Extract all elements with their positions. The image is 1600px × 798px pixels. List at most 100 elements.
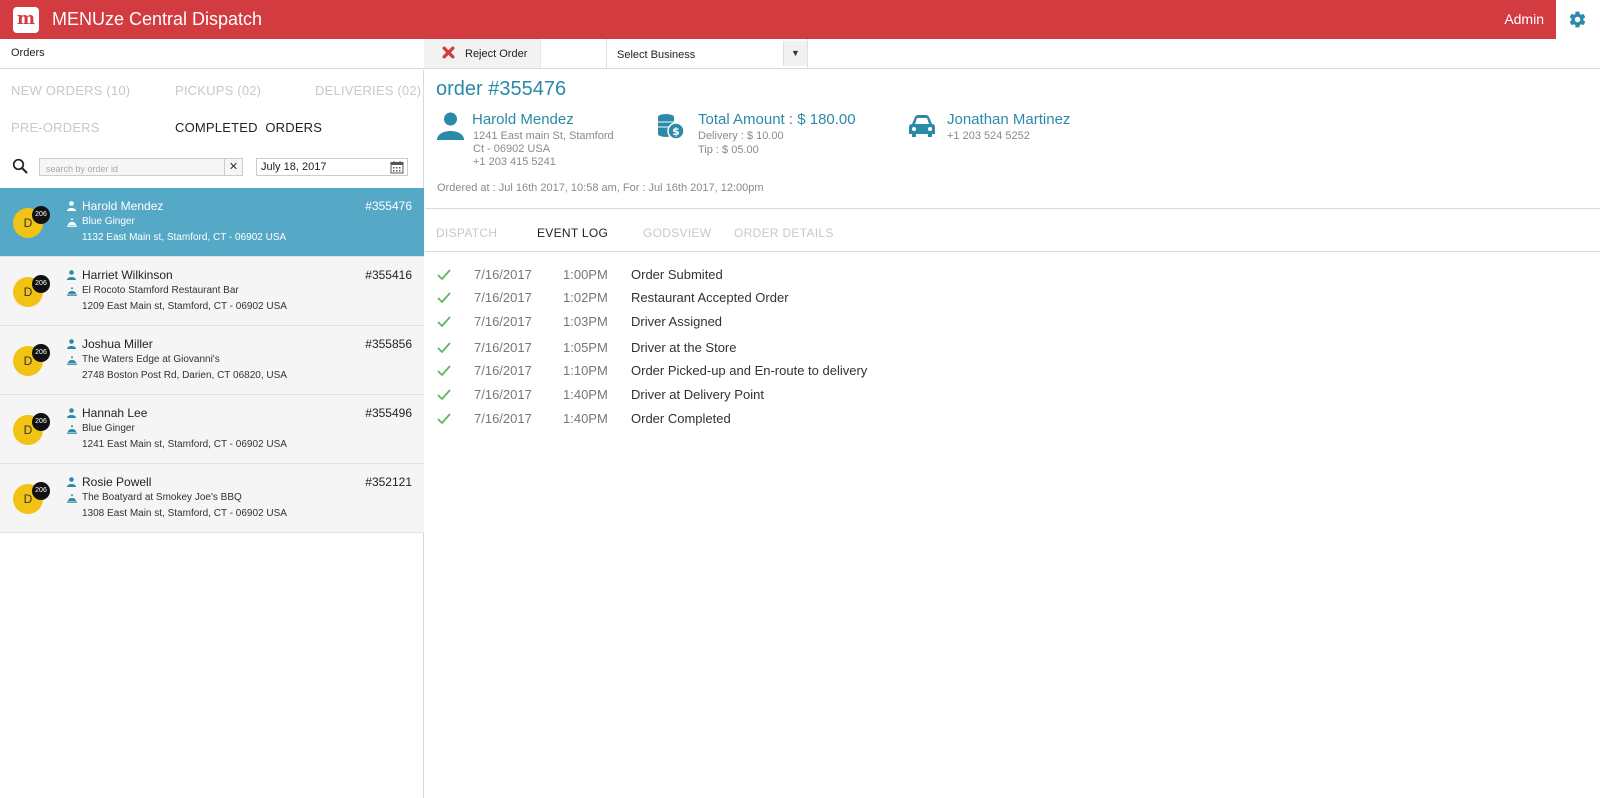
customer-name: Harriet Wilkinson	[82, 268, 173, 282]
event-date: 7/16/2017	[474, 340, 532, 355]
order-list-item[interactable]: D 206 Harold Mendez Blue Ginger 1132 Eas…	[0, 188, 424, 257]
settings-button[interactable]	[1556, 0, 1600, 39]
event-time: 1:02PM	[563, 290, 608, 305]
check-icon	[437, 389, 451, 401]
restaurant-icon	[67, 218, 77, 227]
person-icon	[67, 477, 76, 487]
search-input[interactable]	[40, 161, 220, 177]
event-description: Order Submited	[631, 267, 723, 282]
delivery-address: 1209 East Main st, Stamford, CT - 06902 …	[82, 301, 287, 312]
restaurant-name: The Waters Edge at Giovanni's	[82, 354, 220, 365]
order-detail-panel: order #355476 Harold Mendez 1241 East ma…	[425, 70, 1600, 798]
filter-new-orders[interactable]: NEW ORDERS (10)	[11, 83, 130, 98]
date-value: July 18, 2017	[261, 161, 327, 173]
order-number: #355416	[365, 268, 412, 282]
order-number: #355496	[365, 406, 412, 420]
check-icon	[437, 269, 451, 281]
date-picker[interactable]: July 18, 2017	[256, 158, 408, 176]
event-description: Order Picked-up and En-route to delivery	[631, 363, 868, 378]
event-date: 7/16/2017	[474, 267, 532, 282]
delivery-fee: Delivery : $ 10.00	[698, 130, 784, 142]
delivery-address: 1308 East Main st, Stamford, CT - 06902 …	[82, 508, 287, 519]
close-icon	[442, 46, 455, 59]
order-list-item[interactable]: D 206 Joshua Miller The Waters Edge at G…	[0, 326, 424, 395]
divider	[425, 208, 1600, 209]
event-date: 7/16/2017	[474, 314, 532, 329]
order-list-item[interactable]: D 206 Rosie Powell The Boatyard at Smoke…	[0, 464, 424, 533]
event-date: 7/16/2017	[474, 411, 532, 426]
filter-pickups[interactable]: PICKUPS (02)	[175, 83, 261, 98]
customer-name: Hannah Lee	[82, 406, 148, 420]
ordered-at: Ordered at : Jul 16th 2017, 10:58 am, Fo…	[437, 182, 764, 194]
event-time: 1:40PM	[563, 387, 608, 402]
reject-order-button[interactable]: Reject Order	[424, 39, 541, 68]
restaurant-icon	[67, 356, 77, 365]
chevron-down-icon[interactable]: ▼	[783, 41, 807, 66]
coins-icon: $	[658, 114, 685, 140]
restaurant-name: Blue Ginger	[82, 216, 135, 227]
event-row: 7/16/2017 1:40PM Order Completed	[425, 411, 1025, 429]
calendar-icon[interactable]	[390, 160, 404, 174]
delivery-address: 1132 East Main st, Stamford, CT - 06902 …	[82, 232, 287, 243]
event-description: Driver Assigned	[631, 314, 723, 329]
driver-badge: 206	[32, 482, 50, 500]
order-title: order #355476	[436, 78, 567, 100]
customer-address-line2: Ct - 06902 USA	[473, 143, 551, 155]
filter-deliveries[interactable]: DELIVERIES (02)	[315, 83, 421, 98]
orders-label: Orders	[11, 47, 45, 59]
reject-order-label: Reject Order	[465, 48, 528, 60]
event-date: 7/16/2017	[474, 363, 532, 378]
event-row: 7/16/2017 1:00PM Order Submited	[425, 267, 1025, 285]
divider	[425, 251, 1600, 252]
event-description: Restaurant Accepted Order	[631, 290, 789, 305]
search-field: ✕	[39, 158, 243, 177]
order-list-item[interactable]: D 206 Hannah Lee Blue Ginger 1241 East M…	[0, 395, 424, 464]
customer-address-line1: 1241 East main St, Stamford	[473, 130, 614, 142]
event-time: 1:10PM	[563, 363, 608, 378]
person-icon	[67, 270, 76, 280]
tab-dispatch[interactable]: DISPATCH	[436, 226, 497, 240]
tab-event-log[interactable]: EVENT LOG	[537, 226, 608, 240]
restaurant-icon	[67, 425, 77, 434]
driver-badge: 206	[32, 206, 50, 224]
restaurant-name: The Boatyard at Smokey Joe's BBQ	[82, 492, 242, 503]
order-list: D 206 Harold Mendez Blue Ginger 1132 Eas…	[0, 188, 424, 533]
driver-phone: +1 203 524 5252	[947, 130, 1030, 142]
gear-icon	[1569, 11, 1586, 28]
tab-order-details[interactable]: ORDER DETAILS	[734, 226, 834, 240]
event-row: 7/16/2017 1:10PM Order Picked-up and En-…	[425, 363, 1025, 381]
event-time: 1:40PM	[563, 411, 608, 426]
top-bar: m MENUze Central Dispatch Admin	[0, 0, 1600, 39]
order-list-item[interactable]: D 206 Harriet Wilkinson El Rocoto Stamfo…	[0, 257, 424, 326]
business-select[interactable]: Select Business ▼	[606, 39, 808, 68]
user-menu[interactable]: Admin	[1504, 11, 1544, 27]
person-icon	[437, 112, 464, 140]
driver-name: Jonathan Martinez	[947, 111, 1071, 128]
customer-name: Harold Mendez	[472, 111, 574, 128]
check-icon	[437, 365, 451, 377]
event-row: 7/16/2017 1:05PM Driver at the Store	[425, 340, 1025, 358]
event-row: 7/16/2017 1:40PM Driver at Delivery Poin…	[425, 387, 1025, 405]
delivery-address: 2748 Boston Post Rd, Darien, CT 06820, U…	[82, 370, 287, 381]
restaurant-icon	[67, 287, 77, 296]
filter-completed[interactable]: COMPLETED ORDERS	[175, 120, 322, 135]
orders-panel: NEW ORDERS (10) PICKUPS (02) DELIVERIES …	[0, 70, 424, 798]
driver-badge: 206	[32, 275, 50, 293]
customer-name: Rosie Powell	[82, 475, 152, 489]
toolbar: Orders Reject Order Select Business ▼	[0, 39, 1600, 69]
event-time: 1:03PM	[563, 314, 608, 329]
event-row: 7/16/2017 1:02PM Restaurant Accepted Ord…	[425, 290, 1025, 308]
person-icon	[67, 408, 76, 418]
event-description: Order Completed	[631, 411, 731, 426]
business-select-value: Select Business	[617, 49, 696, 61]
app-logo[interactable]: m	[13, 7, 39, 33]
clear-search-button[interactable]: ✕	[224, 159, 242, 175]
filter-pre-orders[interactable]: PRE-ORDERS	[11, 120, 100, 135]
tab-godsview[interactable]: GODSVIEW	[643, 226, 711, 240]
customer-phone: +1 203 415 5241	[473, 156, 556, 168]
customer-name: Joshua Miller	[82, 337, 153, 351]
person-icon	[67, 339, 76, 349]
filter-completed-label: COMPLETED	[175, 120, 258, 135]
customer-name: Harold Mendez	[82, 199, 164, 213]
order-number: #352121	[365, 475, 412, 489]
